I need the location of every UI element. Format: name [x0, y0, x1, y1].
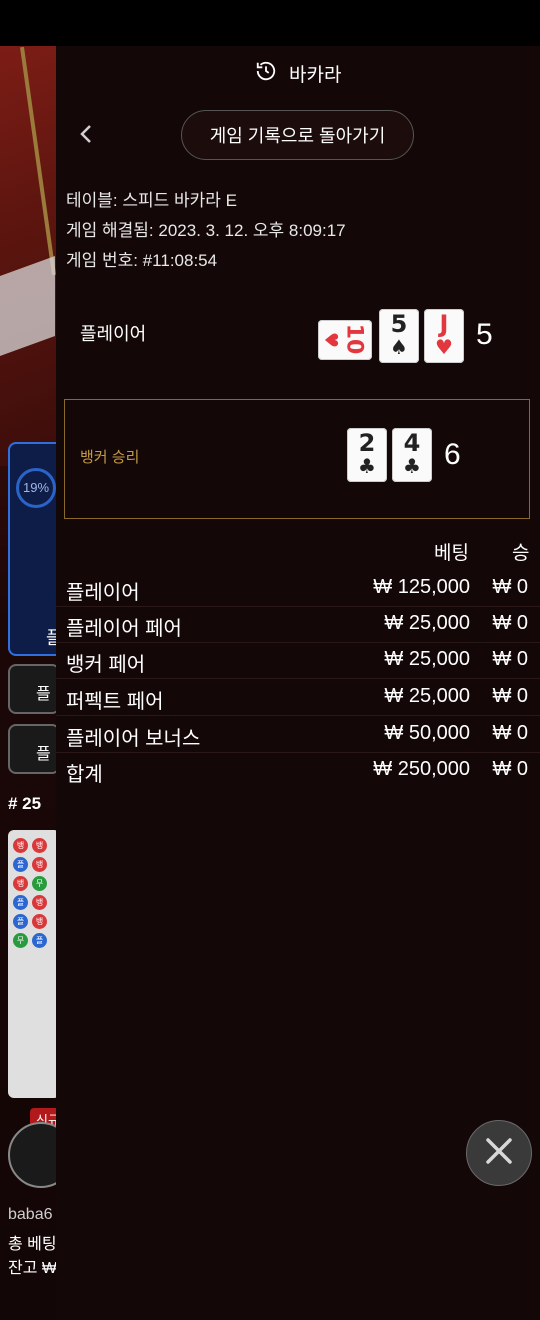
banker-card-2: 4 ♣: [392, 428, 432, 482]
panel-title: 바카라: [289, 65, 342, 86]
side-bet-button-1[interactable]: 플: [8, 664, 60, 714]
banker-score: 6: [444, 438, 461, 471]
bet-row: 플레이어 페어 ₩ 25,000 ₩ 0: [56, 606, 540, 643]
game-number: 게임 번호: #11:08:54: [66, 251, 218, 270]
card-shoe: [0, 255, 55, 357]
player-score: 5: [476, 318, 493, 351]
player-card-2: 5 ♠: [379, 309, 419, 363]
total-row: 합계 ₩ 250,000 ₩ 0: [66, 758, 528, 786]
table-name: 테이블: 스피드 바카라 E: [66, 191, 237, 210]
bet-row: 플레이어 ₩ 125,000 ₩ 0: [56, 570, 540, 607]
player-percent: 19%: [16, 468, 56, 508]
bet-row: 뱅커 페어 ₩ 25,000 ₩ 0: [56, 642, 540, 679]
bead-road: 뱅 뱅 플 뱅 뱅 무 플 뱅 플 뱅 무 플: [8, 830, 60, 1098]
banker-result-label: 뱅커 승리: [80, 449, 140, 466]
close-button[interactable]: [466, 1120, 532, 1186]
chevron-left-icon[interactable]: [78, 122, 98, 146]
total-bet-label: 총 베팅: [8, 1236, 57, 1253]
bet-row: 퍼펙트 페어 ₩ 25,000 ₩ 0: [56, 679, 540, 716]
player-hand-label: 플레이어: [80, 324, 147, 344]
side-bet-button-2[interactable]: 플: [8, 724, 60, 774]
balance-label: 잔고 ₩: [8, 1260, 57, 1277]
username: baba6: [8, 1206, 53, 1223]
table-artwork: [0, 46, 60, 466]
round-number: # 25: [8, 794, 42, 813]
banker-card-1: 2 ♣: [347, 428, 387, 482]
win-column-header: 승: [512, 543, 530, 564]
player-card-3: J ♥: [424, 309, 464, 363]
back-to-history-button[interactable]: 게임 기록으로 돌아가기: [181, 110, 414, 160]
history-icon: [255, 60, 277, 87]
close-icon: [484, 1136, 514, 1171]
bet-row: 플레이어 보너스 ₩ 50,000 ₩ 0: [56, 716, 540, 753]
bet-column-header: 베팅: [434, 543, 469, 564]
resolved-time: 게임 해결됨: 2023. 3. 12. 오후 8:09:17: [66, 221, 346, 240]
status-bar: [0, 0, 540, 46]
player-card-1: ♥10: [318, 320, 372, 360]
panel-header: 바카라: [56, 60, 540, 87]
